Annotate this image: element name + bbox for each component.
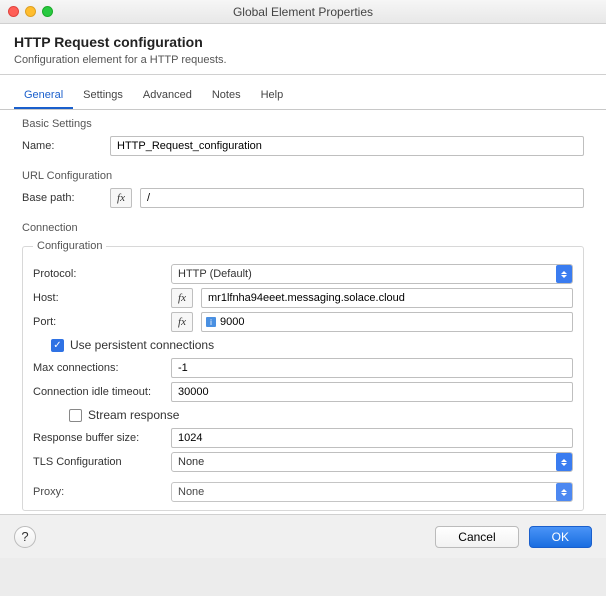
tab-notes[interactable]: Notes	[202, 83, 251, 109]
page-title: HTTP Request configuration	[14, 34, 592, 50]
name-input[interactable]	[110, 136, 584, 156]
window-zoom-button[interactable]	[42, 6, 53, 17]
proxy-label: Proxy:	[33, 486, 163, 498]
connection-title: Connection	[22, 222, 584, 234]
stream-response-checkbox[interactable]	[69, 409, 82, 422]
window-close-button[interactable]	[8, 6, 19, 17]
base-path-input[interactable]	[140, 188, 584, 208]
configuration-legend: Configuration	[33, 240, 106, 252]
url-config-title: URL Configuration	[22, 170, 584, 182]
idle-timeout-label: Connection idle timeout:	[33, 386, 163, 398]
port-input[interactable]	[220, 314, 568, 330]
protocol-value: HTTP (Default)	[178, 268, 252, 280]
persistent-label: Use persistent connections	[70, 338, 214, 352]
window-title: Global Element Properties	[8, 5, 598, 19]
ok-button[interactable]: OK	[529, 526, 592, 548]
help-icon: ?	[21, 529, 28, 544]
fx-button-basepath[interactable]: fx	[110, 188, 132, 208]
tls-select[interactable]: None	[171, 452, 573, 472]
persistent-checkbox[interactable]	[51, 339, 64, 352]
tab-help[interactable]: Help	[251, 83, 294, 109]
base-path-label: Base path:	[22, 192, 102, 204]
tls-label: TLS Configuration	[33, 456, 163, 468]
chevron-updown-icon	[556, 453, 572, 471]
tab-general[interactable]: General	[14, 83, 73, 109]
fx-button-port[interactable]: fx	[171, 312, 193, 332]
host-input[interactable]	[201, 288, 573, 308]
protocol-label: Protocol:	[33, 268, 163, 280]
buffer-size-input[interactable]	[171, 428, 573, 448]
chevron-updown-icon	[556, 265, 572, 283]
buffer-size-label: Response buffer size:	[33, 432, 163, 444]
dialog-header: HTTP Request configuration Configuration…	[0, 24, 606, 75]
proxy-select[interactable]: None	[171, 482, 573, 502]
proxy-value: None	[178, 486, 204, 498]
tab-advanced[interactable]: Advanced	[133, 83, 202, 109]
protocol-select[interactable]: HTTP (Default)	[171, 264, 573, 284]
max-connections-label: Max connections:	[33, 362, 163, 374]
name-label: Name:	[22, 140, 102, 152]
page-subtitle: Configuration element for a HTTP request…	[14, 54, 592, 66]
max-connections-input[interactable]	[171, 358, 573, 378]
tab-bar: General Settings Advanced Notes Help	[0, 83, 606, 110]
help-button[interactable]: ?	[14, 526, 36, 548]
port-label: Port:	[33, 316, 163, 328]
fx-button-host[interactable]: fx	[171, 288, 193, 308]
cancel-button[interactable]: Cancel	[435, 526, 518, 548]
tls-value: None	[178, 456, 204, 468]
tab-settings[interactable]: Settings	[73, 83, 133, 109]
host-label: Host:	[33, 292, 163, 304]
stream-response-label: Stream response	[88, 408, 179, 422]
idle-timeout-input[interactable]	[171, 382, 573, 402]
info-icon: i	[206, 317, 216, 327]
window-minimize-button[interactable]	[25, 6, 36, 17]
basic-settings-title: Basic Settings	[22, 118, 584, 130]
chevron-updown-icon	[556, 483, 572, 501]
